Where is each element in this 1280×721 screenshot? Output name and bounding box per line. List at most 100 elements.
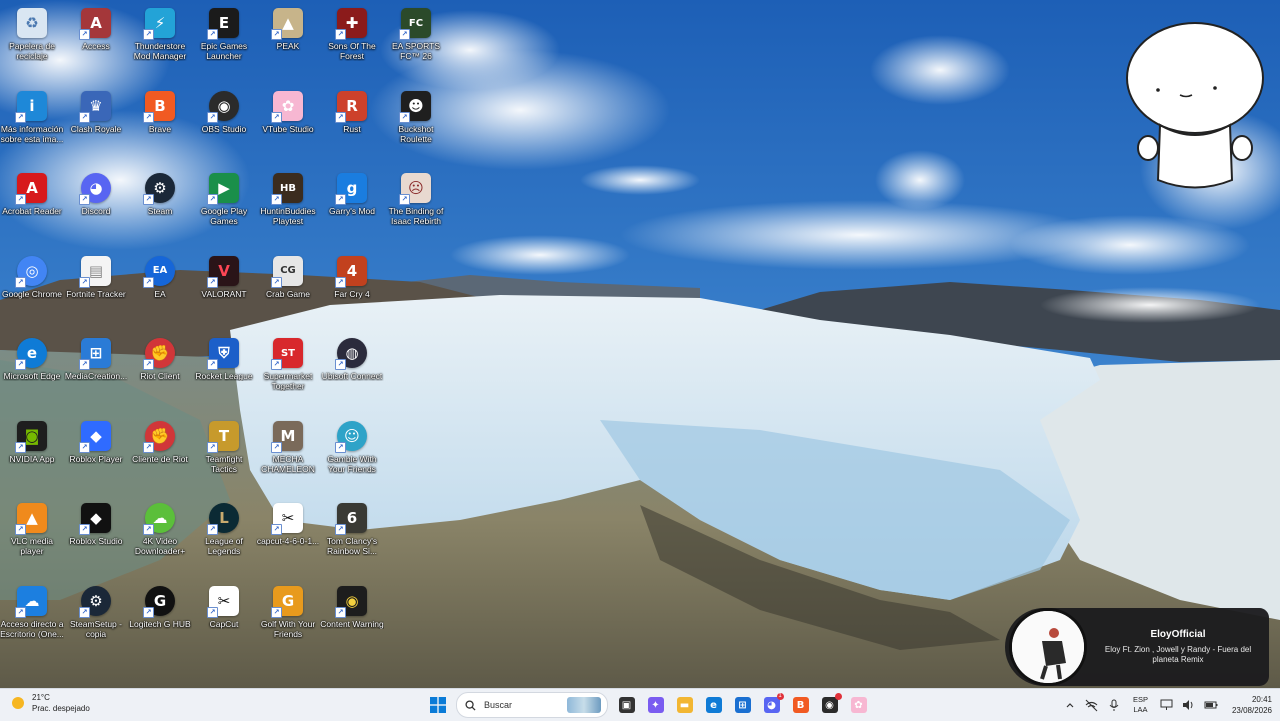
network-icon[interactable] — [1085, 698, 1099, 712]
desktop-icon-obs[interactable]: ◉ ↗ OBS Studio — [192, 87, 256, 165]
desktop-icon-brave[interactable]: B ↗ Brave — [128, 87, 192, 165]
valorant-icon: V ↗ — [207, 255, 239, 288]
desktop-icon-capcut[interactable]: ✂ ↗ CapCut — [192, 582, 256, 660]
desktop-icon-ea[interactable]: EA ↗ EA — [128, 252, 192, 330]
desktop-icon-crab-game[interactable]: CG ↗ Crab Game — [256, 252, 320, 330]
widgets-button[interactable]: ✦ — [644, 693, 668, 717]
shortcut-arrow-icon: ↗ — [15, 606, 26, 618]
shortcut-arrow-icon: ↗ — [207, 276, 218, 288]
desktop-icon-label: League of Legends — [205, 536, 243, 556]
desktop-icon-file[interactable]: ▤ ↗ Fortnite Tracker — [64, 252, 128, 330]
desktop-icon-edge[interactable]: e ↗ Microsoft Edge — [0, 334, 64, 412]
google-play-games-icon: ▶ ↗ — [207, 173, 239, 205]
desktop-icon-4k-video-downloader[interactable]: ☁ ↗ 4K Video Downloader+ — [128, 499, 192, 577]
desktop-icon-ea-fc[interactable]: FC ↗ EA SPORTS FC™ 26 — [384, 4, 448, 82]
shortcut-arrow-icon: ↗ — [15, 359, 26, 370]
shortcut-arrow-icon: ↗ — [79, 606, 90, 618]
desktop-icon-label: HuntinBuddies Playtest — [260, 206, 316, 226]
desktop-icon-steam[interactable]: ⚙ ↗ Steam — [128, 169, 192, 247]
desktop-icon-gamble-with-your-friends[interactable]: ☺ ↗ Gamble With Your Friends — [320, 417, 384, 495]
language-code: ESP — [1132, 695, 1148, 704]
battery-icon[interactable] — [1204, 698, 1218, 712]
desktop-icon-chrome[interactable]: ◎ ↗ Google Chrome — [0, 252, 64, 330]
desktop-icon-roblox-player[interactable]: ◆ ↗ Roblox Player — [64, 417, 128, 495]
volume-icon[interactable] — [1182, 698, 1196, 712]
vtube-taskbar-button[interactable]: ✿ — [847, 693, 871, 717]
desktop-icon-mecha-chameleon[interactable]: M ↗ MECHA CHAMELEON — [256, 417, 320, 495]
shortcut-arrow-icon: ↗ — [15, 111, 26, 123]
store-button[interactable]: ⊞ — [731, 693, 755, 717]
desktop-icon-logitech-g-hub[interactable]: G ↗ Logitech G HUB — [128, 582, 192, 660]
desktop-icon-golf-with-your-friends[interactable]: G ↗ Golf With Your Friends — [256, 582, 320, 660]
desktop-icon-thunderstore[interactable]: ⚡ ↗ Thunderstore Mod Manager — [128, 4, 192, 82]
desktop-icon-teamfight-tactics[interactable]: T ↗ Teamfight Tactics — [192, 417, 256, 495]
microphone-icon[interactable] — [1107, 698, 1121, 712]
desktop-icon-steam-setup[interactable]: ⚙ ↗ SteamSetup - copia — [64, 582, 128, 660]
desktop-icon-info-spotlight[interactable]: i ↗ Más información sobre esta ima... — [0, 87, 64, 165]
obs-taskbar-button[interactable]: ◉ — [818, 693, 842, 717]
desktop-icon-league-of-legends[interactable]: L ↗ League of Legends — [192, 499, 256, 577]
desktop-icon-far-cry-4[interactable]: 4 ↗ Far Cry 4 — [320, 252, 384, 330]
task-view-button[interactable]: ▣ — [615, 693, 639, 717]
desktop-icon-label: SteamSetup - copia — [70, 618, 122, 639]
desktop-icon-access[interactable]: A ↗ Access — [64, 4, 128, 82]
edge-icon: e — [705, 697, 722, 713]
4k-video-downloader-icon: ☁ ↗ — [143, 503, 175, 535]
desktop-icon-discord[interactable]: ◕ ↗ Discord — [64, 169, 128, 247]
desktop-icon-label: Brave — [148, 123, 172, 134]
desktop-icon-recycle-bin[interactable]: ♻ Papelera de reciclaje — [0, 4, 64, 82]
desktop-icon-rocket-league[interactable]: ⛨ ↗ Rocket League — [192, 334, 256, 412]
desktop-icon-buckshot-roulette[interactable]: ☻ ↗ Buckshot Roulette — [384, 87, 448, 165]
obs-icon: ◉ — [821, 697, 838, 713]
desktop-icon-media-creation-tool[interactable]: ⊞ ↗ MediaCreation... — [64, 334, 128, 412]
desktop-icon-rainbow-six[interactable]: 6 ↗ Tom Clancy's Rainbow Si... — [320, 499, 384, 577]
desktop-icon-riot-client[interactable]: ✊ ↗ Cliente de Riot — [128, 417, 192, 495]
start-button[interactable] — [426, 693, 450, 717]
desktop-icon-content-warning[interactable]: ◉ ↗ Content Warning — [320, 582, 384, 660]
desktop-icon-google-play-games[interactable]: ▶ ↗ Google Play Games — [192, 169, 256, 247]
desktop-icon-onedrive[interactable]: ☁ ↗ Acceso directo a Escritorio (One... — [0, 582, 64, 660]
chrome-icon: ◎ ↗ — [15, 255, 47, 288]
desktop-icon-nvidia[interactable]: ◙ ↗ NVIDIA App — [0, 417, 64, 495]
chevron-up-icon[interactable] — [1063, 698, 1077, 712]
desktop-icon-vtube-studio[interactable]: ✿ ↗ VTube Studio — [256, 87, 320, 165]
ea-fc-icon: FC ↗ — [399, 8, 431, 40]
shortcut-arrow-icon: ↗ — [271, 359, 282, 370]
shortcut-arrow-icon: ↗ — [207, 606, 218, 618]
vlc-icon: ▲ ↗ — [15, 503, 47, 535]
desktop-icon-huntinbuddies[interactable]: HB ↗ HuntinBuddies Playtest — [256, 169, 320, 247]
desktop-icon-acrobat[interactable]: A ↗ Acrobat Reader — [0, 169, 64, 247]
display-icon[interactable] — [1160, 698, 1174, 712]
desktop-icon-epic-games[interactable]: E ↗ Epic Games Launcher — [192, 4, 256, 82]
desktop-icon-valorant[interactable]: V ↗ VALORANT — [192, 252, 256, 330]
desktop-icon-ubisoft-connect[interactable]: ◍ ↗ Ubisoft Connect — [320, 334, 384, 412]
taskbar-search-box[interactable]: Buscar — [456, 692, 608, 718]
weather-widget[interactable]: 21°C Prac. despejado — [10, 692, 90, 714]
desktop-icon-binding-of-isaac[interactable]: ☹ ↗ The Binding of Isaac Rebirth — [384, 169, 448, 247]
desktop-icon-peak[interactable]: ▲ ↗ PEAK — [256, 4, 320, 82]
desktop-icon-garrys-mod[interactable]: g ↗ Garry's Mod — [320, 169, 384, 247]
desktop-icon-label: Buckshot Roulette — [398, 123, 434, 144]
mecha-chameleon-icon: M ↗ — [271, 420, 303, 453]
taskbar-clock[interactable]: 20:41 23/08/2026 — [1232, 694, 1272, 716]
now-playing-popup[interactable]: EloyOfficial Eloy Ft. Zion , Jowell y Ra… — [1005, 608, 1269, 686]
shortcut-arrow-icon: ↗ — [15, 276, 26, 288]
desktop-icon-supermarket-together[interactable]: ST ↗ Supermarket Together — [256, 334, 320, 412]
desktop-icon-label: Google Play Games — [200, 206, 248, 226]
desktop-icon-capcut-installer[interactable]: ✂ ↗ capcut-4-6-0-1... — [256, 499, 320, 577]
desktop-icon-vlc[interactable]: ▲ ↗ VLC media player — [0, 499, 64, 577]
desktop-icon-clash-royale[interactable]: ♛ ↗ Clash Royale — [64, 87, 128, 165]
edge-taskbar-button[interactable]: e — [702, 693, 726, 717]
desktop-icon-roblox-studio[interactable]: ◆ ↗ Roblox Studio — [64, 499, 128, 577]
shortcut-arrow-icon: ↗ — [271, 194, 282, 205]
desktop-icon-riot-client[interactable]: ✊ ↗ Riot Client — [128, 334, 192, 412]
thunderstore-icon: ⚡ ↗ — [143, 8, 175, 40]
access-icon: A ↗ — [79, 8, 111, 40]
desktop-icon-rust[interactable]: R ↗ Rust — [320, 87, 384, 165]
input-language-indicator[interactable]: ESP LAA — [1133, 695, 1148, 715]
brave-taskbar-button[interactable]: B — [789, 693, 813, 717]
discord-taskbar-button[interactable]: ◕ 1 — [760, 693, 784, 717]
desktop-icon-sons-of-the-forest[interactable]: ✚ ↗ Sons Of The Forest — [320, 4, 384, 82]
file-explorer-button[interactable]: ▬ — [673, 693, 697, 717]
recycle-bin-icon: ♻ — [17, 8, 47, 38]
